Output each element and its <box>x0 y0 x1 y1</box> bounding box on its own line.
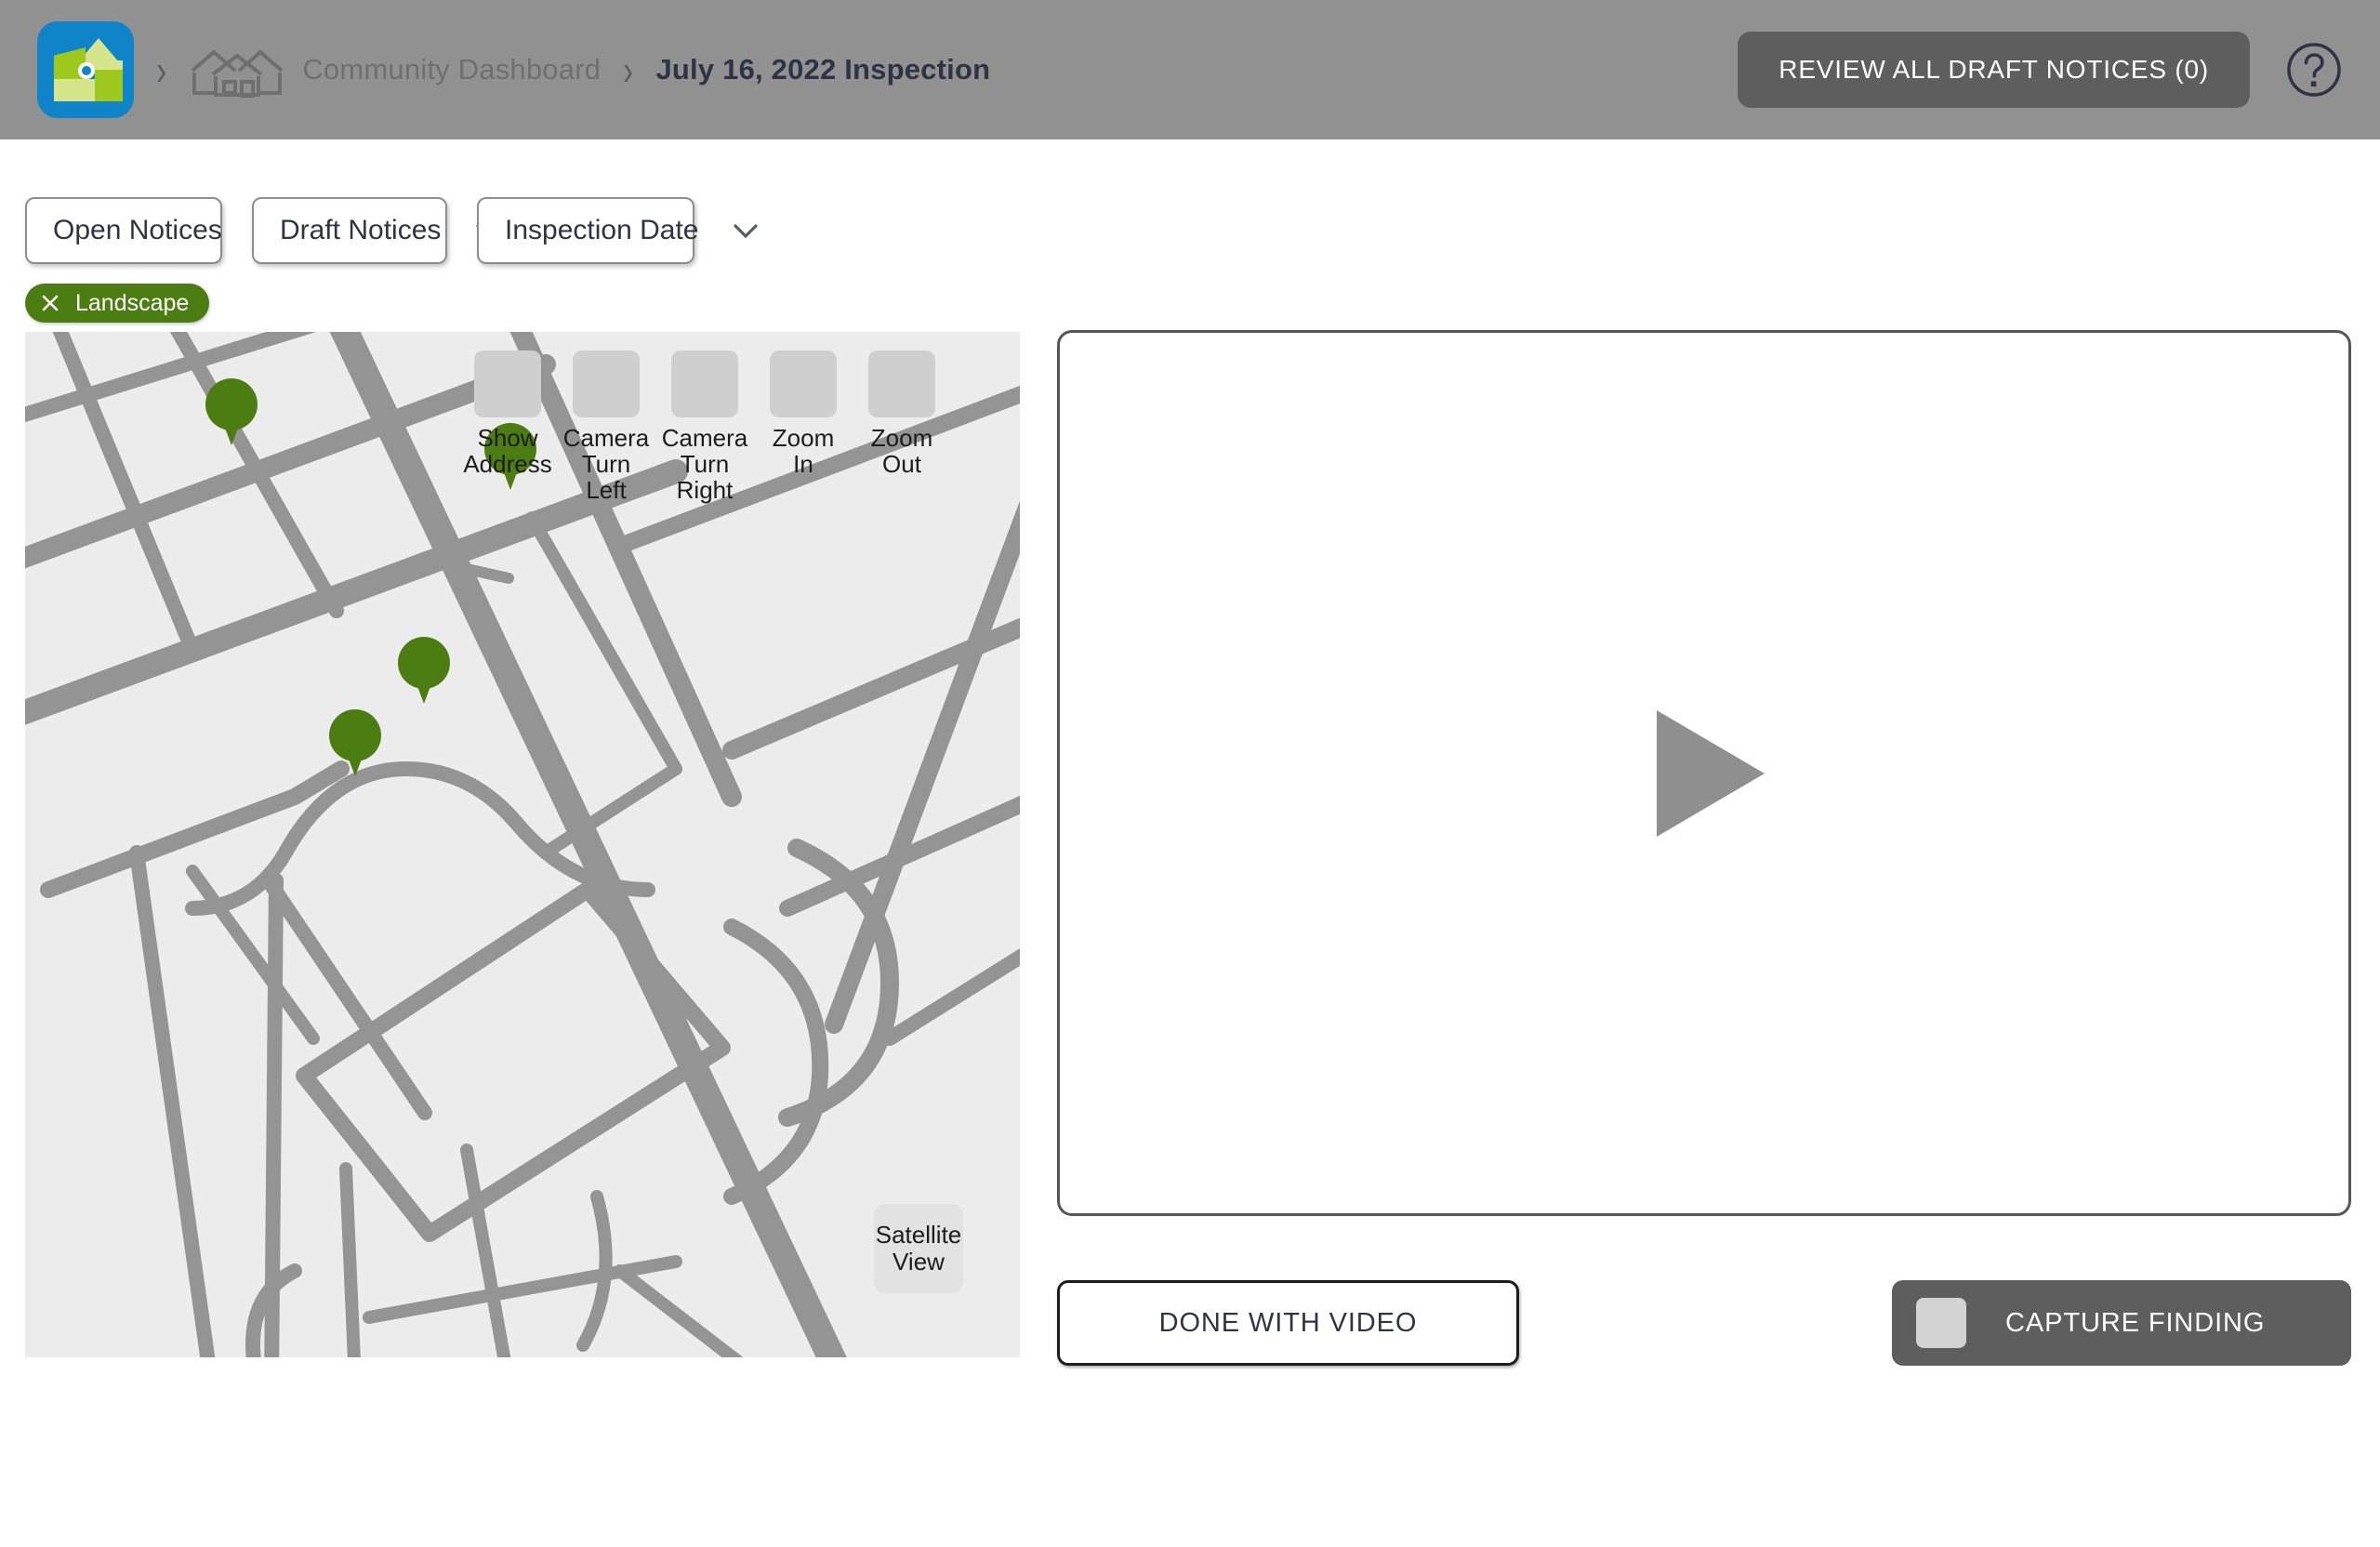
app-header: › Community Dashboard › July 16, 2022 In… <box>0 0 2380 139</box>
filter-chip-landscape[interactable]: Landscape <box>25 284 210 323</box>
video-player[interactable] <box>1057 330 2351 1216</box>
play-icon[interactable] <box>1657 709 1765 837</box>
capture-finding-label: CAPTURE FINDING <box>2005 1307 2266 1338</box>
map-control-label: Zoom Out <box>870 424 933 479</box>
active-filter-chips: Landscape <box>25 284 210 323</box>
map-control-camera-turn-right[interactable]: Camera Turn Right <box>662 350 747 503</box>
breadcrumb-separator-2: › <box>623 46 634 94</box>
done-with-video-button[interactable]: DONE WITH VIDEO <box>1057 1280 1519 1366</box>
filter-dropdown-label: Inspection Date <box>505 215 699 245</box>
map-control-label: Show Address <box>463 424 552 479</box>
camera-turn-left-icon <box>573 350 640 417</box>
map-controls-bar: Show Address Camera Turn Left Camera Tur… <box>463 350 941 503</box>
three-houses-icon <box>192 49 284 98</box>
filter-dropdown-bar: Open Notices Draft Notices Inspection Da… <box>25 197 759 264</box>
map-control-camera-turn-left[interactable]: Camera Turn Left <box>563 350 649 503</box>
map-control-label: Camera Turn Right <box>661 424 748 505</box>
capture-finding-icon <box>1916 1298 1966 1348</box>
breadcrumb-item-current-inspection: July 16, 2022 Inspection <box>655 53 991 86</box>
satellite-view-button[interactable]: Satellite View <box>874 1204 963 1293</box>
chevron-down-icon <box>734 224 759 239</box>
show-address-icon <box>474 350 541 417</box>
review-all-draft-notices-button[interactable]: REVIEW ALL DRAFT NOTICES (0) <box>1738 32 2250 108</box>
zoom-in-icon <box>770 350 837 417</box>
breadcrumb-separator-1: › <box>156 46 167 94</box>
map-control-label: Zoom In <box>772 424 835 479</box>
app-logo-icon[interactable] <box>37 21 134 118</box>
filter-dropdown-draft-notices[interactable]: Draft Notices <box>252 197 500 264</box>
map-panel[interactable]: Show Address Camera Turn Left Camera Tur… <box>25 332 1020 1357</box>
filter-dropdown-open-notices[interactable]: Open Notices <box>25 197 282 264</box>
map-control-zoom-in[interactable]: Zoom In <box>764 350 842 503</box>
zoom-out-icon <box>868 350 935 417</box>
help-icon[interactable] <box>2285 41 2343 99</box>
filter-dropdown-label: Open Notices <box>53 215 222 245</box>
map-control-show-address[interactable]: Show Address <box>463 350 552 503</box>
close-x-icon[interactable] <box>38 291 62 315</box>
map-control-zoom-out[interactable]: Zoom Out <box>863 350 941 503</box>
camera-turn-right-icon <box>671 350 738 417</box>
capture-finding-button[interactable]: CAPTURE FINDING <box>1892 1280 2351 1366</box>
breadcrumb-item-community-dashboard[interactable]: Community Dashboard <box>302 53 601 86</box>
map-control-label: Camera Turn Left <box>562 424 650 505</box>
filter-dropdown-inspection-date[interactable]: Inspection Date <box>477 197 759 264</box>
filter-chip-label: Landscape <box>75 289 190 316</box>
filter-dropdown-label: Draft Notices <box>280 215 442 245</box>
